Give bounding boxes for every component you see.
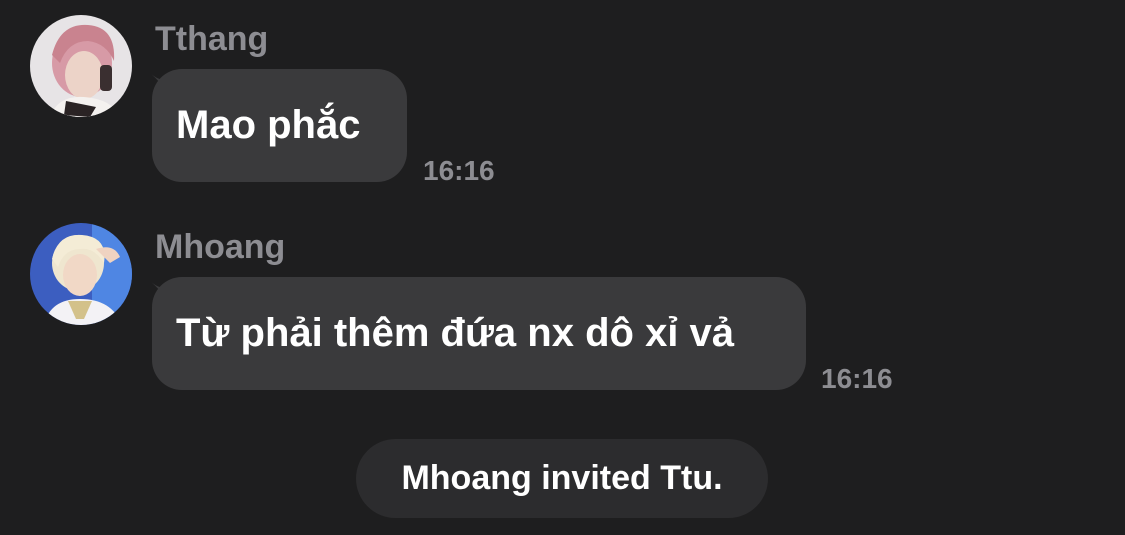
- avatar[interactable]: [30, 223, 132, 325]
- avatar[interactable]: [30, 15, 132, 117]
- message-timestamp: 16:16: [423, 155, 495, 186]
- system-notice-text: Mhoang invited Ttu.: [401, 459, 723, 497]
- blonde-person-avatar-icon: [30, 223, 132, 325]
- pink-haired-person-avatar-icon: [30, 15, 132, 117]
- message-text: Mao phắc: [176, 103, 361, 147]
- message-timestamp: 16:16: [821, 363, 893, 394]
- sender-name: Tthang: [155, 20, 269, 58]
- sender-name: Mhoang: [155, 228, 286, 266]
- message-text: Từ phải thêm đứa nx dô xỉ vả: [176, 311, 735, 355]
- message-bubble[interactable]: Mao phắc: [152, 69, 407, 182]
- message-bubble[interactable]: Từ phải thêm đứa nx dô xỉ vả: [152, 277, 806, 390]
- system-notice-pill: Mhoang invited Ttu.: [356, 439, 768, 518]
